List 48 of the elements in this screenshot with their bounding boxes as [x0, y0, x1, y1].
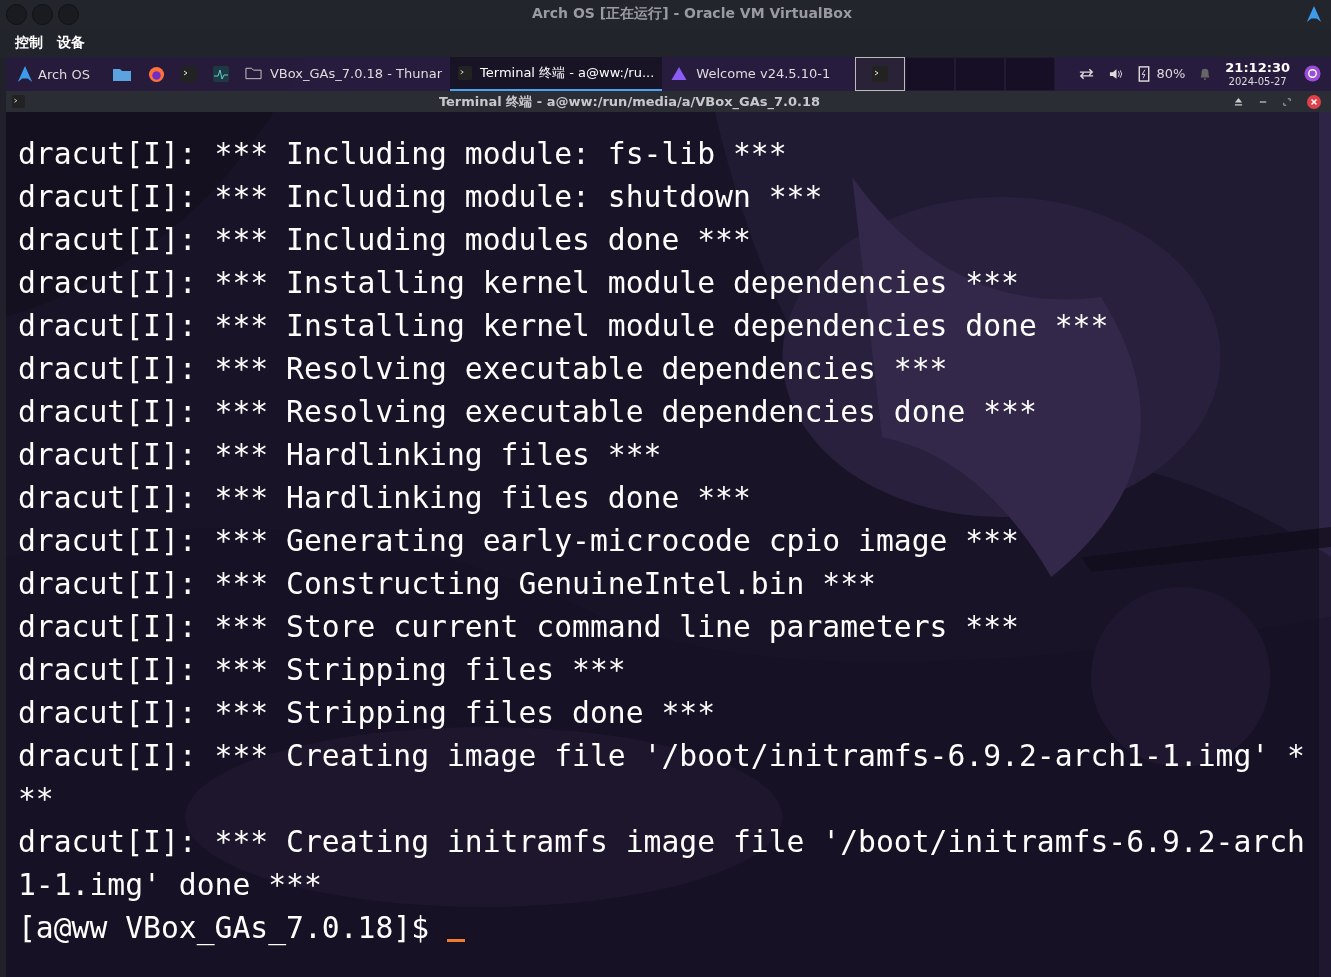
arch-logo-icon	[16, 65, 34, 83]
terminal-line: dracut[I]: *** Including modules done ***	[18, 221, 752, 259]
triangle-icon	[670, 65, 689, 81]
window-title: Arch OS [正在运行] - Oracle VM VirtualBox	[531, 5, 853, 23]
arch-logo-icon	[1305, 5, 1323, 23]
network-icon[interactable]	[1078, 67, 1096, 81]
terminal-line: dracut[I]: *** Resolving executable dependencies ***	[18, 350, 949, 388]
folder-icon	[244, 66, 262, 80]
bell-icon[interactable]	[1199, 67, 1212, 81]
text-cursor	[447, 939, 466, 942]
terminal-line: dracut[I]: *** Generating early-microcode cpio image ***	[18, 522, 1020, 560]
terminal-line: dracut[I]: *** Constructing GenuineIntel.bin ***	[18, 565, 877, 603]
terminal-line: dracut[I]: *** Creating initramfs image file '/boot/initramfs-6.9.2-arch1-1.img' done ***	[18, 823, 1305, 904]
terminal-icon[interactable]	[180, 66, 197, 82]
system-monitor-icon[interactable]	[212, 66, 229, 82]
terminal-line: dracut[I]: *** Hardlinking files done ***	[18, 479, 752, 517]
terminal-line: dracut[I]: *** Installing kernel module dependencies done ***	[18, 307, 1110, 345]
terminal-line: dracut[I]: *** Including module: fs-lib ***	[18, 135, 788, 173]
app-menu-button[interactable]: Arch OS	[6, 65, 104, 83]
terminal-line: dracut[I]: *** Resolving executable dependencies done ***	[18, 393, 1038, 431]
clock-time: 21:12:30	[1225, 61, 1290, 76]
taskbar-task[interactable]: Terminal 终端 - a@ww:/ru...	[450, 57, 663, 91]
taskbar-task[interactable]: Welcome v24.5.10-1	[662, 57, 839, 91]
terminal-icon	[872, 66, 889, 82]
workspace-button[interactable]	[855, 57, 906, 91]
volume-icon[interactable]	[1109, 67, 1125, 81]
taskbar-task[interactable]: VBox_GAs_7.0.18 - Thunar	[236, 57, 451, 91]
battery-percent: 80%	[1156, 66, 1186, 82]
clock-date: 2024-05-27	[1228, 75, 1287, 87]
eject-icon[interactable]	[1234, 97, 1243, 106]
window-title: Terminal 终端 - a@ww:/run/media/a/VBox_GAs_7.0.18	[437, 92, 822, 111]
terminal-icon	[458, 66, 473, 80]
terminal-line: dracut[I]: *** Stripping files ***	[18, 651, 627, 689]
firefox-icon[interactable]	[147, 65, 165, 83]
terminal-line: dracut[I]: *** Including module: shutdown ***	[18, 178, 824, 216]
power-icon[interactable]	[1304, 65, 1321, 83]
battery-icon[interactable]	[1138, 65, 1151, 83]
shell-prompt: [a@ww VBox_GAs_7.0.18]$	[18, 910, 430, 945]
maximize-icon[interactable]	[1283, 97, 1291, 106]
terminal-icon	[12, 95, 25, 108]
menu-item[interactable]: 控制	[15, 33, 43, 52]
close-icon[interactable]	[1307, 94, 1321, 109]
terminal-line: dracut[I]: *** Store current command line parameters ***	[18, 608, 1020, 646]
terminal-line: dracut[I]: *** Installing kernel module dependencies ***	[18, 264, 1020, 302]
terminal-line: dracut[I]: *** Stripping files done ***	[18, 694, 717, 732]
menu-item[interactable]: 设备	[57, 33, 85, 52]
terminal-line: dracut[I]: *** Hardlinking files ***	[18, 436, 663, 474]
folder-icon[interactable]	[111, 66, 132, 82]
